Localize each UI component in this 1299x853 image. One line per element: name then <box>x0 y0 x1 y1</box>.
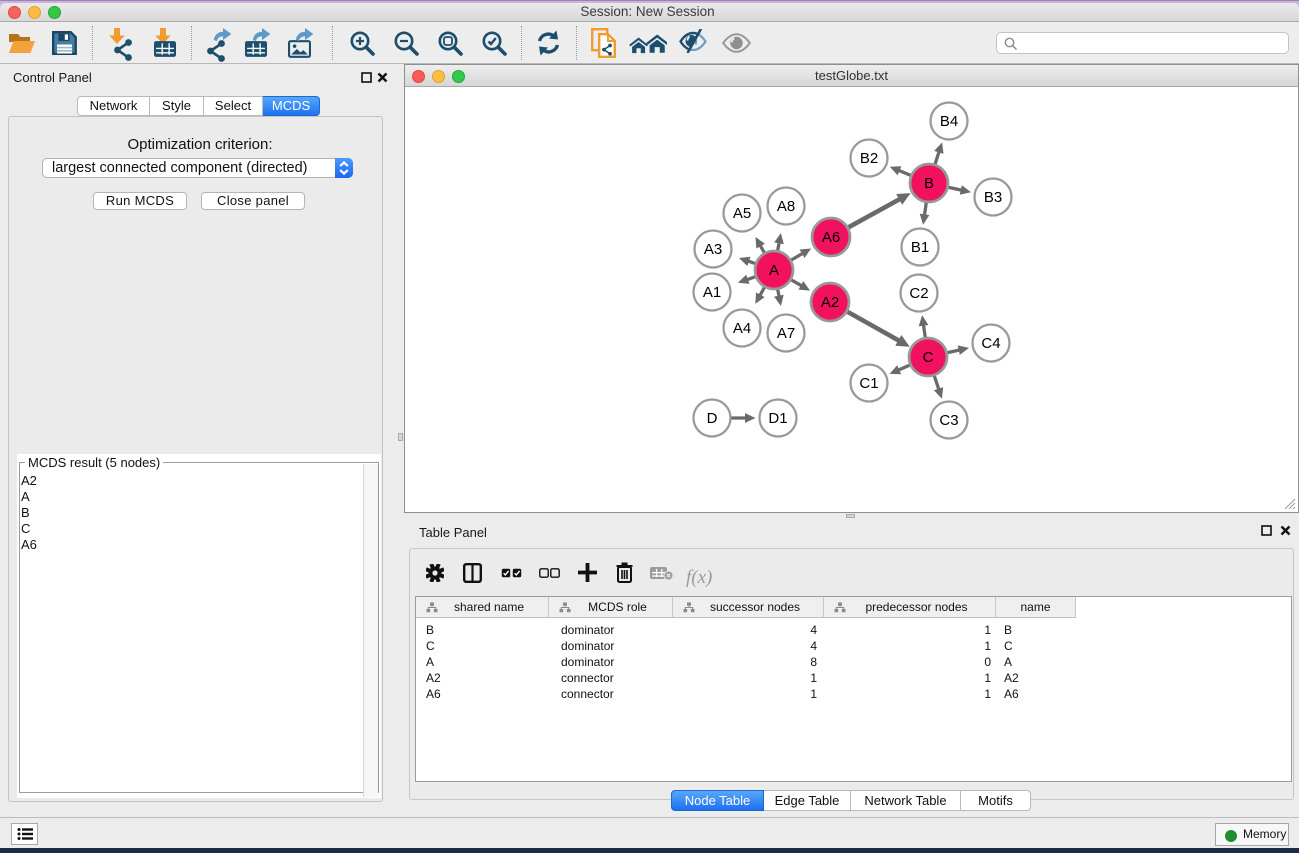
svg-text:A8: A8 <box>777 198 795 215</box>
svg-text:C: C <box>923 349 934 366</box>
svg-text:A2: A2 <box>821 294 839 311</box>
svg-text:D1: D1 <box>768 410 787 427</box>
svg-text:A4: A4 <box>733 320 751 337</box>
svg-text:D: D <box>707 410 718 427</box>
svg-text:A5: A5 <box>733 205 751 222</box>
svg-text:C1: C1 <box>859 375 878 392</box>
svg-text:B1: B1 <box>911 239 929 256</box>
svg-text:C4: C4 <box>981 335 1000 352</box>
svg-text:B: B <box>924 175 934 192</box>
svg-text:A3: A3 <box>704 241 722 258</box>
svg-text:B4: B4 <box>940 113 958 130</box>
svg-text:B3: B3 <box>984 189 1002 206</box>
svg-text:C3: C3 <box>939 412 958 429</box>
svg-text:A1: A1 <box>703 284 721 301</box>
svg-text:B2: B2 <box>860 150 878 167</box>
svg-text:C2: C2 <box>909 285 928 302</box>
svg-text:A6: A6 <box>822 229 840 246</box>
svg-text:A: A <box>769 262 779 279</box>
svg-text:A7: A7 <box>777 325 795 342</box>
